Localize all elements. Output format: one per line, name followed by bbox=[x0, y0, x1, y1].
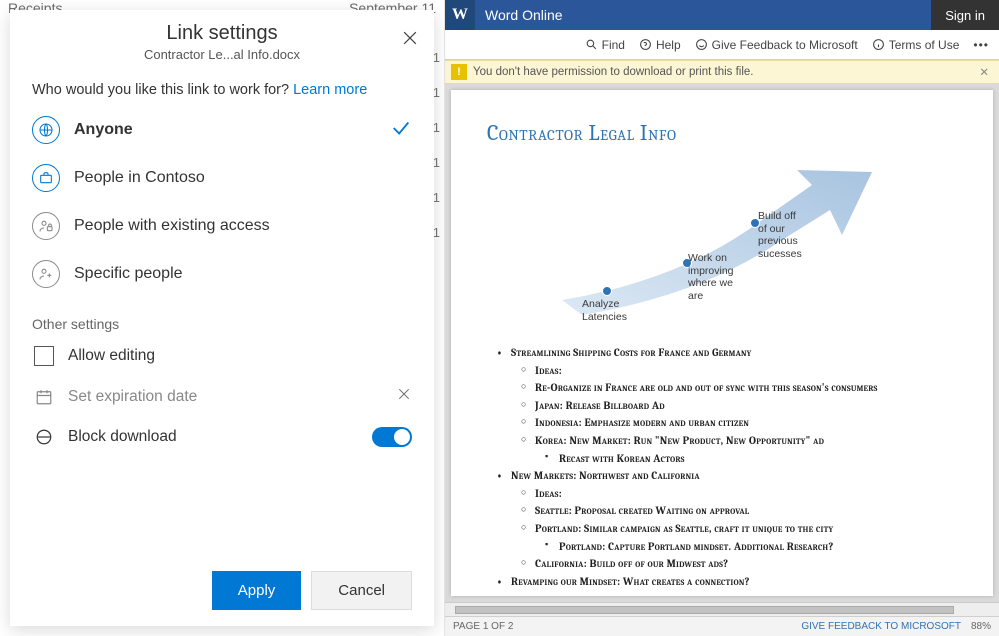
document-area: Contractor Legal Info Analyze Latencies … bbox=[445, 84, 999, 602]
close-icon[interactable] bbox=[400, 28, 420, 53]
briefcase-icon bbox=[32, 164, 60, 192]
learn-more-link[interactable]: Learn more bbox=[293, 82, 367, 98]
word-toolbar: Find Help Give Feedback to Microsoft Ter… bbox=[445, 30, 999, 60]
option-label: People in Contoso bbox=[74, 169, 412, 187]
bullet-item: Revamping our Mindset: What creates a co… bbox=[487, 573, 957, 591]
bullet-item: Seattle: Proposal created Waiting on app… bbox=[487, 502, 957, 520]
other-settings-header: Other settings bbox=[32, 316, 412, 332]
status-bar: PAGE 1 OF 2 GIVE FEEDBACK TO MICROSOFT 8… bbox=[445, 616, 999, 636]
allow-editing-row[interactable]: Allow editing bbox=[32, 336, 412, 376]
warning-bar: ! You don't have permission to download … bbox=[445, 60, 999, 84]
option-label: People with existing access bbox=[74, 217, 412, 235]
help-icon bbox=[639, 38, 652, 51]
search-icon bbox=[585, 38, 598, 51]
bullet-item: Portland: Similar campaign as Seattle, c… bbox=[487, 520, 957, 538]
word-online-panel: W Word Online Sign in Find Help Give Fee… bbox=[445, 0, 999, 636]
horizontal-scrollbar[interactable] bbox=[445, 602, 999, 616]
word-logo-icon: W bbox=[445, 0, 475, 30]
bullet-item: Ideas: bbox=[487, 485, 957, 503]
find-button[interactable]: Find bbox=[585, 38, 625, 52]
document-bullets: Streamlining Shipping Costs for France a… bbox=[487, 344, 957, 590]
document-page: Contractor Legal Info Analyze Latencies … bbox=[451, 90, 993, 596]
arrow-diagram: Analyze Latencies Work on improving wher… bbox=[542, 160, 902, 320]
dialog-title: Link settings bbox=[24, 22, 420, 45]
bullet-item: Portland: Capture Portland mindset. Addi… bbox=[487, 538, 957, 556]
warning-text: You don't have permission to download or… bbox=[473, 66, 754, 78]
option-label: Anyone bbox=[74, 121, 376, 139]
apply-button[interactable]: Apply bbox=[212, 571, 302, 610]
bullet-item: New Markets: Northwest and California bbox=[487, 467, 957, 485]
calendar-icon bbox=[32, 388, 56, 406]
block-download-toggle[interactable] bbox=[372, 427, 412, 447]
checkbox-icon[interactable] bbox=[34, 346, 54, 366]
zoom-level: 88% bbox=[971, 621, 991, 632]
clear-icon[interactable] bbox=[396, 386, 412, 407]
bullet-item: Indonesia: Emphasize modern and urban ci… bbox=[487, 414, 957, 432]
bullet-item: Korea: New Market: Run "New Product, New… bbox=[487, 432, 957, 450]
diagram-node-2: Work on improving where we are bbox=[688, 252, 768, 302]
option-anyone[interactable]: Anyone bbox=[32, 106, 412, 154]
people-lock-icon bbox=[32, 212, 60, 240]
word-titlebar: W Word Online Sign in bbox=[445, 0, 999, 30]
expiration-label: Set expiration date bbox=[68, 388, 384, 406]
option-specific[interactable]: Specific people bbox=[32, 250, 412, 298]
cancel-button[interactable]: Cancel bbox=[311, 571, 412, 610]
feedback-button[interactable]: Give Feedback to Microsoft bbox=[695, 38, 858, 52]
option-org[interactable]: People in Contoso bbox=[32, 154, 412, 202]
bullet-item: California: Build off of our Midwest ads… bbox=[487, 555, 957, 573]
diagram-node-1: Analyze Latencies bbox=[582, 298, 662, 323]
smile-icon bbox=[695, 38, 708, 51]
bullet-item: Re-Organize in France are old and out of… bbox=[487, 379, 957, 397]
bullet-item: Ideas: bbox=[487, 362, 957, 380]
status-feedback-link[interactable]: GIVE FEEDBACK TO MICROSOFT bbox=[801, 621, 961, 632]
dialog-subtitle: Contractor Le...al Info.docx bbox=[24, 47, 420, 62]
allow-editing-label: Allow editing bbox=[68, 347, 412, 365]
help-button[interactable]: Help bbox=[639, 38, 681, 52]
prompt-text: Who would you like this link to work for… bbox=[32, 80, 412, 100]
block-icon bbox=[32, 428, 56, 446]
document-title: Contractor Legal Info bbox=[487, 120, 957, 146]
warning-icon: ! bbox=[451, 64, 467, 80]
link-settings-panel: Receipts September 11 111111 Link settin… bbox=[0, 0, 445, 636]
diagram-node-3: Build off of our previous sucesses bbox=[758, 210, 838, 260]
audience-options: Anyone People in Contoso People with bbox=[32, 106, 412, 298]
info-icon bbox=[872, 38, 885, 51]
block-download-row: Block download bbox=[32, 417, 412, 457]
link-settings-dialog: Link settings Contractor Le...al Info.do… bbox=[10, 10, 434, 626]
people-plus-icon bbox=[32, 260, 60, 288]
checkmark-icon bbox=[390, 117, 412, 144]
option-label: Specific people bbox=[74, 265, 412, 283]
block-download-label: Block download bbox=[68, 428, 360, 446]
sign-in-button[interactable]: Sign in bbox=[931, 0, 999, 30]
app-name: Word Online bbox=[475, 7, 931, 23]
globe-icon bbox=[32, 116, 60, 144]
bullet-item: Streamlining Shipping Costs for France a… bbox=[487, 344, 957, 362]
expiration-row[interactable]: Set expiration date bbox=[32, 376, 412, 417]
option-existing[interactable]: People with existing access bbox=[32, 202, 412, 250]
warning-close-icon[interactable]: ✕ bbox=[975, 65, 993, 79]
bullet-item: Recast with Korean Actors bbox=[487, 450, 957, 468]
bullet-item: Japan: Release Billboard Ad bbox=[487, 397, 957, 415]
page-indicator: PAGE 1 OF 2 bbox=[453, 621, 513, 632]
terms-button[interactable]: Terms of Use bbox=[872, 38, 960, 52]
more-icon[interactable]: ••• bbox=[973, 38, 989, 52]
